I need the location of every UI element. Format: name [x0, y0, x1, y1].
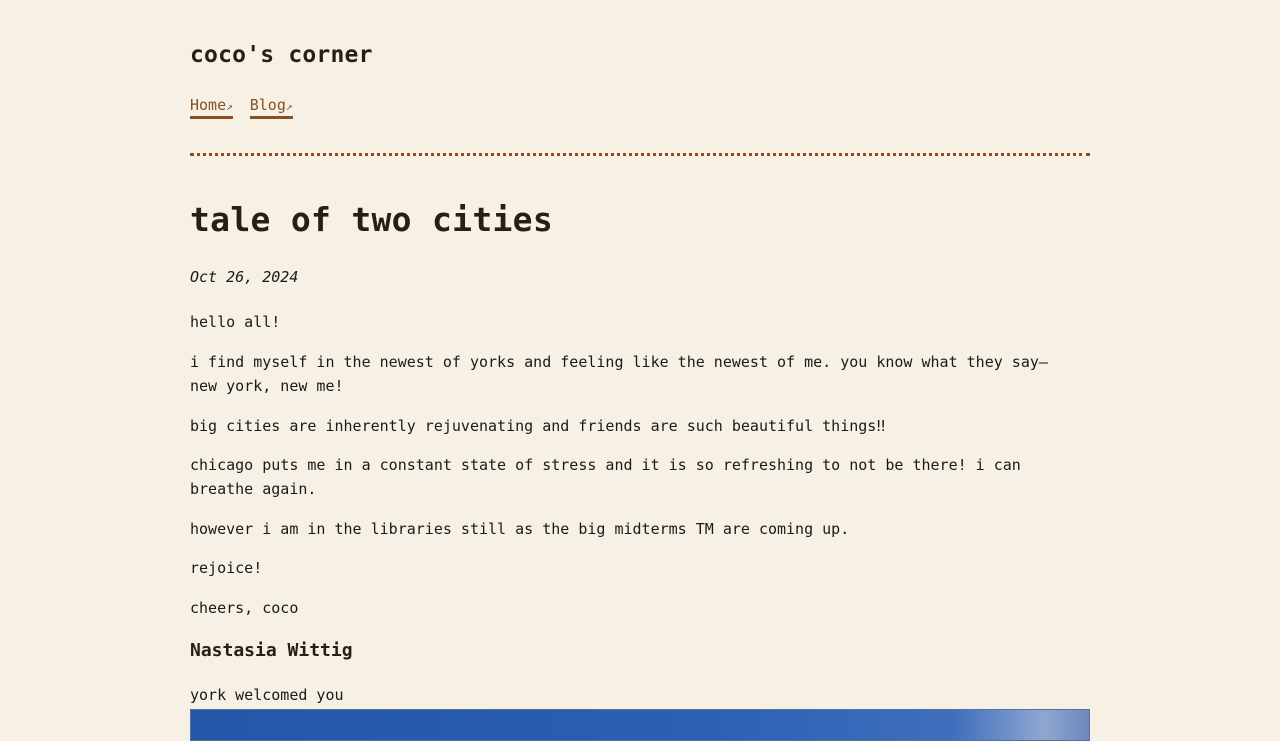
external-arrow-icon: ↗ [226, 100, 233, 113]
post-paragraph: cheers, coco [190, 599, 299, 617]
nav-link-home[interactable]: Home↗ [190, 96, 233, 119]
post-title: tale of two cities [190, 200, 554, 239]
nav-link-home-label: Home [190, 96, 227, 114]
header-divider [190, 153, 1090, 156]
post-date: Oct 26, 2024 [190, 268, 299, 286]
site-title[interactable]: coco's corner [190, 42, 373, 68]
nav-link-blog[interactable]: Blog↗ [249, 96, 293, 119]
post-paragraph: big cities are inherently rejuvenating a… [190, 417, 886, 435]
post-paragraph: rejoice! [190, 559, 263, 577]
post-paragraph: i find myself in the newest of yorks and… [190, 353, 1048, 395]
comment-author: Nastasia Wittig [190, 640, 353, 661]
external-arrow-icon: ↗ [285, 100, 293, 113]
comment-text: york welcomed you [190, 686, 344, 704]
site-nav: Home↗ Blog↗ [190, 96, 293, 119]
post-paragraph: hello all! [190, 313, 281, 331]
post-paragraph: however i am in the libraries still as t… [190, 520, 850, 538]
post-paragraph: chicago puts me in a constant state of s… [190, 456, 1021, 498]
nav-link-blog-label: Blog [249, 96, 286, 114]
post-photo [190, 709, 1090, 741]
